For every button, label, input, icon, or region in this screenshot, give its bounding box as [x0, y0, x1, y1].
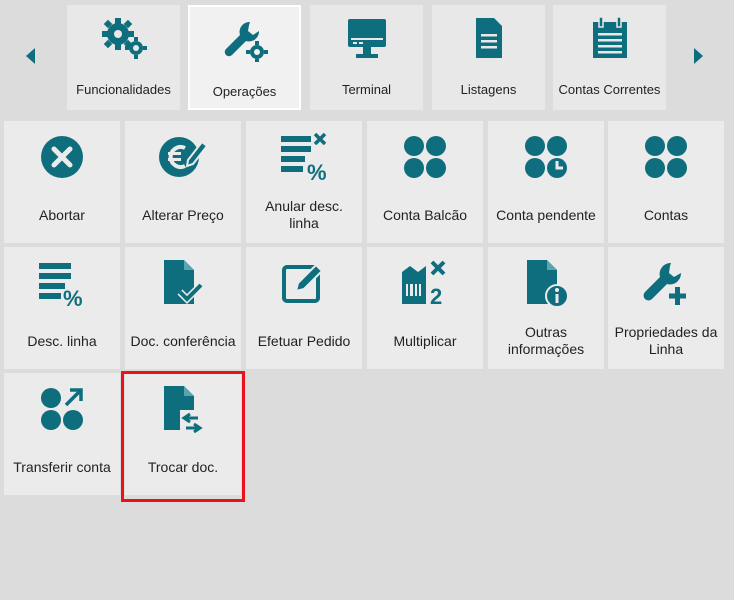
tab-label: Terminal — [341, 82, 392, 97]
tile-transferir-conta[interactable]: Transferir conta — [4, 373, 120, 495]
tab-label: Contas Correntes — [558, 82, 661, 97]
tile-label: Alterar Preço — [142, 206, 224, 223]
cancel-circle-icon — [4, 127, 120, 187]
operations-tab-bar: Funcionalidades Operações Terminal Lista… — [0, 0, 734, 116]
tab-label: Funcionalidades — [76, 82, 171, 97]
tile-label: Trocar doc. — [147, 458, 219, 475]
tile-label: Propriedades da Linha — [614, 324, 718, 357]
tile-abortar[interactable]: Abortar — [4, 121, 120, 243]
document-list-icon — [474, 13, 504, 63]
tile-label: Conta Balcão — [382, 206, 468, 223]
svg-text:%: % — [63, 286, 83, 307]
tile-label: Doc. conferência — [130, 332, 236, 349]
tile-multiplicar[interactable]: 2 Multiplicar — [367, 247, 483, 369]
tile-anular-desc-linha[interactable]: % Anular desc. linha — [246, 121, 362, 243]
scroll-right-arrow-icon[interactable] — [694, 48, 703, 64]
document-info-icon — [488, 253, 604, 313]
edit-square-icon — [246, 253, 362, 313]
tile-doc-conferencia[interactable]: Doc. conferência — [125, 247, 241, 369]
tile-alterar-preco[interactable]: Alterar Preço — [125, 121, 241, 243]
tile-label: Transferir conta — [13, 458, 111, 475]
tile-trocar-doc[interactable]: Trocar doc. — [125, 373, 241, 495]
tile-desc-linha[interactable]: % Desc. linha — [4, 247, 120, 369]
tile-conta-pendente[interactable]: Conta pendente — [488, 121, 604, 243]
tile-conta-balcao[interactable]: Conta Balcão — [367, 121, 483, 243]
monitor-icon — [345, 13, 389, 63]
four-circles-icon — [367, 127, 483, 187]
tab-label: Operações — [212, 84, 277, 99]
tile-propriedades-da-linha[interactable]: Propriedades da Linha — [608, 247, 724, 369]
tile-label: Outras informações — [507, 324, 585, 357]
circles-clock-icon — [488, 127, 604, 187]
tile-label: Efetuar Pedido — [257, 332, 351, 349]
document-swap-icon — [125, 379, 241, 439]
calendar-icon — [591, 13, 629, 63]
tile-label: Abortar — [39, 206, 85, 223]
tab-operacoes[interactable]: Operações — [188, 5, 301, 110]
svg-text:2: 2 — [430, 284, 442, 308]
barcode-multiply-icon: 2 — [367, 253, 483, 313]
document-check-icon — [125, 253, 241, 313]
discount-lines-icon: % — [4, 253, 120, 313]
tile-label: Conta pendente — [496, 206, 596, 223]
tab-terminal[interactable]: Terminal — [310, 5, 423, 110]
cancel-discount-icon: % — [246, 127, 362, 187]
tile-label: Anular desc. linha — [265, 198, 343, 231]
four-circles-icon — [608, 127, 724, 187]
circles-transfer-icon — [4, 379, 120, 439]
svg-text:%: % — [307, 160, 327, 182]
tile-label: Contas — [643, 206, 689, 223]
tile-efetuar-pedido[interactable]: Efetuar Pedido — [246, 247, 362, 369]
tab-funcionalidades[interactable]: Funcionalidades — [67, 5, 180, 110]
scroll-left-arrow-icon[interactable] — [26, 48, 35, 64]
tab-label: Listagens — [460, 82, 517, 97]
gears-icon — [100, 13, 148, 63]
tile-label: Multiplicar — [393, 332, 457, 349]
tile-label: Desc. linha — [27, 332, 97, 349]
wrench-gear-icon — [222, 15, 268, 65]
tab-contas-correntes[interactable]: Contas Correntes — [553, 5, 666, 110]
wrench-plus-icon — [608, 253, 724, 313]
euro-edit-icon — [125, 127, 241, 187]
tab-listagens[interactable]: Listagens — [432, 5, 545, 110]
tile-contas[interactable]: Contas — [608, 121, 724, 243]
tile-outras-informacoes[interactable]: Outras informações — [488, 247, 604, 369]
